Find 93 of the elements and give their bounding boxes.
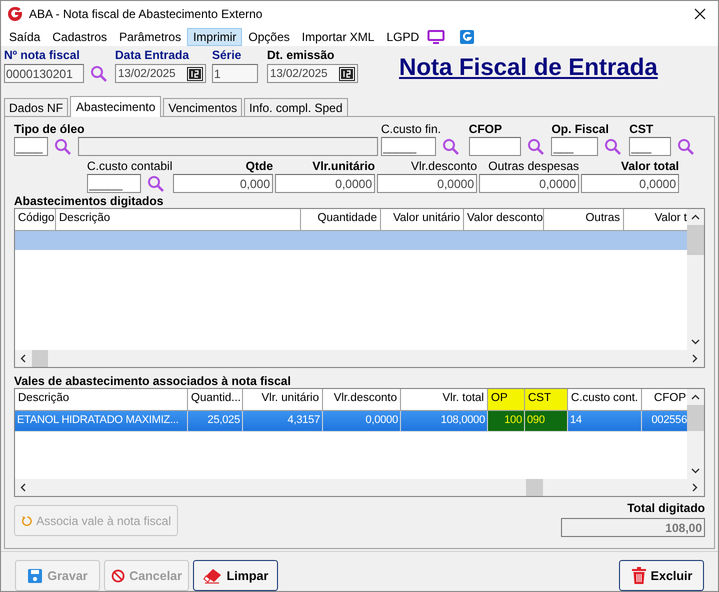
column-header[interactable]: OP xyxy=(488,389,525,410)
calendar-icon[interactable] xyxy=(187,66,203,80)
input-field[interactable]: 0000130201 xyxy=(4,64,84,83)
menu-item[interactable]: Imprimir xyxy=(187,28,242,46)
caret-right-icon[interactable] xyxy=(692,483,698,492)
field-label: Valor total xyxy=(620,159,679,173)
input-field[interactable]: 0,0000 xyxy=(377,174,477,193)
scrollbar-thumb[interactable] xyxy=(526,479,543,496)
field-label: Dt. emissão xyxy=(267,48,336,62)
field-label: Qtde xyxy=(246,159,273,173)
menu-item[interactable]: Cadastros xyxy=(46,28,114,46)
field-label: Tipo de óleo xyxy=(14,122,86,136)
input-field[interactable]: 0,000 xyxy=(173,174,273,193)
table-cell: ETANOL HIDRATADO MAXIMIZ... xyxy=(15,411,188,431)
tab[interactable]: Abastecimento xyxy=(70,96,162,117)
input-field[interactable]: 0,0000 xyxy=(479,174,579,193)
field-label: Data Entrada xyxy=(115,48,190,62)
table-cell: 090 xyxy=(525,411,568,431)
window-title: ABA - Nota fiscal de Abastecimento Externo xyxy=(29,7,262,21)
tab[interactable]: Dados NF xyxy=(4,98,68,117)
caret-down-icon[interactable] xyxy=(691,339,700,345)
scrollbar-thumb[interactable] xyxy=(687,225,704,255)
menu-item[interactable]: LGPD xyxy=(380,28,426,46)
table-row[interactable]: ETANOL HIDRATADO MAXIMIZ... 25,025 4,3157 0,0000 108,0000 100 090 14 002556 xyxy=(15,411,687,432)
section-title: Abastecimentos digitados xyxy=(14,194,164,208)
input-field[interactable]: ____ xyxy=(14,137,48,156)
caret-down-icon[interactable] xyxy=(691,468,700,474)
table-cell: 14 xyxy=(568,411,642,431)
input-field[interactable]: 0,0000 xyxy=(581,174,679,193)
app-icon[interactable] xyxy=(459,28,476,44)
search-icon[interactable] xyxy=(147,174,165,192)
input-field[interactable]: ___ xyxy=(551,137,598,156)
field-label: Série xyxy=(212,48,242,62)
input-field[interactable] xyxy=(468,137,521,156)
caret-left-icon[interactable] xyxy=(20,483,26,492)
field-label: CST xyxy=(629,122,654,136)
tab[interactable]: Info. compl. Sped xyxy=(244,98,348,117)
delete-button[interactable]: Excluir xyxy=(619,560,704,591)
app-logo-icon xyxy=(7,6,23,22)
field-label: CFOP xyxy=(468,122,504,136)
field-label: C.custo fin. xyxy=(380,122,442,136)
date-field[interactable]: 13/02/2025 xyxy=(267,64,358,83)
scrollbar-thumb[interactable] xyxy=(687,405,704,431)
menu-item[interactable]: Importar XML xyxy=(296,28,380,46)
search-icon[interactable] xyxy=(90,64,108,82)
total-label: Total digitado xyxy=(627,501,705,515)
column-header[interactable]: CST xyxy=(525,389,568,410)
tab[interactable]: Vencimentos xyxy=(163,98,242,117)
input-field[interactable]: 0,0000 xyxy=(275,174,375,193)
input-field[interactable]: _____ xyxy=(87,174,141,193)
eraser-icon xyxy=(202,568,223,584)
input-field[interactable]: _____ xyxy=(380,137,436,156)
input-field[interactable]: ___ xyxy=(629,137,672,156)
page-heading[interactable]: Nota Fiscal de Entrada xyxy=(399,54,658,82)
field-label: Op. Fiscal xyxy=(551,122,610,136)
table-cell: 4,3157 xyxy=(243,411,323,431)
input-field[interactable]: 1 xyxy=(212,64,258,83)
date-field[interactable]: 13/02/2025 xyxy=(115,64,206,83)
search-icon[interactable] xyxy=(604,138,622,156)
field-label: Vlr.desconto xyxy=(410,159,477,173)
table-cell: 25,025 xyxy=(188,411,243,431)
search-icon[interactable] xyxy=(526,138,545,156)
search-icon[interactable] xyxy=(677,138,696,156)
caret-left-icon[interactable] xyxy=(20,354,26,363)
table-cell: 0,0000 xyxy=(323,411,401,431)
description-field[interactable] xyxy=(78,137,378,156)
menu-item[interactable]: Saída xyxy=(3,28,46,46)
field-label: Outras despesas xyxy=(488,159,579,173)
scrollbar[interactable] xyxy=(15,479,704,496)
monitor-icon[interactable] xyxy=(427,28,446,44)
menu-item[interactable]: Opções xyxy=(242,28,296,46)
close-icon[interactable] xyxy=(694,8,706,20)
menu-item[interactable]: Parâmetros xyxy=(113,28,188,46)
caret-up-icon[interactable] xyxy=(691,394,700,400)
section-title: Vales de abastecimento associados à nota fiscal xyxy=(14,374,292,388)
trash-icon xyxy=(630,566,647,584)
search-icon[interactable] xyxy=(442,138,460,156)
column-header[interactable]: Valor desconto xyxy=(464,209,544,230)
calendar-icon[interactable] xyxy=(339,66,355,80)
caret-up-icon[interactable] xyxy=(691,214,700,220)
caret-right-icon[interactable] xyxy=(692,354,698,363)
total-field[interactable]: 108,00 xyxy=(561,518,705,537)
no-entry-icon xyxy=(111,566,126,584)
scrollbar-thumb[interactable] xyxy=(32,350,48,367)
search-icon[interactable] xyxy=(54,138,72,156)
clear-button[interactable]: Limpar xyxy=(193,560,278,591)
table-cell: 100 xyxy=(488,411,525,431)
field-label: Nº nota fiscal xyxy=(4,48,81,62)
scrollbar[interactable] xyxy=(687,389,704,479)
scrollbar[interactable] xyxy=(15,350,704,367)
field-label: Vlr.unitário xyxy=(312,159,375,173)
field-label: C.custo contabil xyxy=(87,159,171,173)
scrollbar[interactable] xyxy=(687,209,704,350)
